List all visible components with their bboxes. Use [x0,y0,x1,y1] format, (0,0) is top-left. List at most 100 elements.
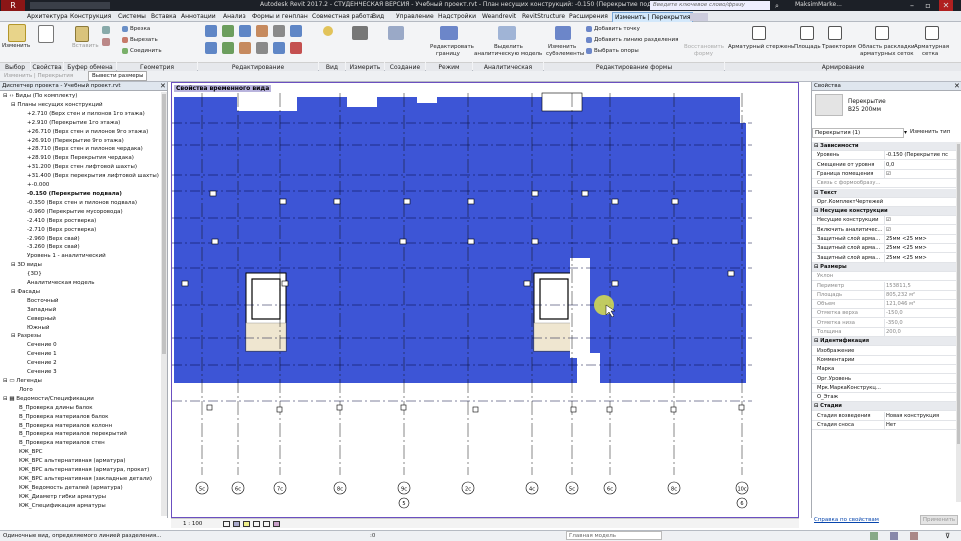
tab-collaborate[interactable]: Совместная работа [312,12,374,22]
visual-style-icon[interactable] [233,521,240,527]
panel-view[interactable]: Вид [319,62,345,71]
tab-analyze[interactable]: Анализ [223,12,246,22]
property-row[interactable]: Защитный слой арма... 25мм <25 мм> [812,235,956,244]
tree-item[interactable]: В_Проверка материалов стен [0,439,160,448]
property-row[interactable]: Орг.Уровень [812,375,956,384]
close-button[interactable]: ✕ [939,0,953,11]
drawing-view[interactable]: 5с 6с 7с 8с 9с 2с 4с 5с 6с 8с 10с 5 6 Свойства време… [171,82,799,518]
copy-element-icon[interactable] [222,42,234,54]
tree-item[interactable]: ⊟ 3D виды [0,261,160,270]
tab-overflow-button[interactable] [690,13,708,21]
tree-item[interactable]: +31.200 (Верх стен лифтовой шахты) [0,163,160,172]
floor-plan-canvas[interactable]: 5с 6с 7с 8с 9с 2с 4с 5с 6с 8с 10с 5 6 [172,83,798,517]
property-row[interactable]: Стадия сноса Нет [812,421,956,430]
tab-view[interactable]: Вид [372,12,384,22]
detail-level-icon[interactable] [223,521,230,527]
tree-item[interactable]: ⊟ ▭ Легенды [0,377,160,386]
property-row[interactable]: Связь с формообразу... [812,179,956,189]
tree-item[interactable]: КЖ_Ведомость деталей (арматура) [0,484,160,493]
tree-item[interactable]: Сечение 2 [0,359,160,368]
align-icon[interactable] [205,25,217,37]
split-icon[interactable] [290,25,302,37]
edit-boundary-button[interactable]: Редактировать [430,44,474,51]
tab-insert[interactable]: Вставка [151,12,176,22]
maximize-button[interactable]: ▫ [921,0,935,11]
tree-item[interactable]: КЖ_Спецификация арматуры [0,502,160,511]
trim-icon[interactable] [273,25,285,37]
tree-item[interactable]: КЖ_Диаметр гибки арматуры [0,493,160,502]
tree-item[interactable]: -2.710 (Верх ростверка) [0,226,160,235]
view-hide-icon[interactable] [323,26,333,36]
property-section[interactable]: ⊟ Стадии [812,402,956,412]
select-pinned-icon[interactable] [910,532,918,540]
tree-item[interactable]: {3D} [0,270,160,279]
tab-revitstructure[interactable]: RevitStructure [522,12,565,22]
tree-item[interactable]: -0.350 (Верх стен и пилонов подвала) [0,199,160,208]
user-name[interactable]: MaksimMarke... [795,1,842,8]
paste-icon[interactable] [75,26,89,42]
edit-boundary-icon[interactable] [440,26,458,40]
area-reinforcement-icon[interactable] [800,26,814,40]
pick-supports-button[interactable]: Выбрать опоры [594,48,639,55]
pin-icon[interactable] [273,42,285,54]
cut-geometry-button[interactable]: Вырезать [130,37,158,44]
property-section[interactable]: ⊟ Идентификация [812,337,956,347]
tree-item[interactable]: Западный [0,306,160,315]
fabric-area-button[interactable]: Область раскладки [858,44,915,51]
property-value[interactable]: Нет [884,421,956,430]
reset-shape-button[interactable]: Восстановить [684,44,724,51]
tree-item[interactable]: В_Проверка материалов перекрытий [0,430,160,439]
modify-subelements-icon[interactable] [555,26,571,40]
property-row[interactable]: Стадия возведения Новая конструкция [812,411,956,421]
property-row[interactable]: О_Этаж [812,393,956,403]
tree-item[interactable]: ⊟ ▦ Ведомости/Спецификации [0,395,160,404]
property-row[interactable]: Изображение [812,347,956,356]
tab-annotate[interactable]: Аннотации [181,12,216,22]
tree-item[interactable]: Уровень 1 - аналитический [0,252,160,261]
tree-item[interactable]: В_Проверка длины балок [0,404,160,413]
add-split-line-button[interactable]: Добавить линию разделения [594,37,678,44]
tree-item[interactable]: +26.710 (Верх стен и пилонов 9го этажа) [0,128,160,137]
tree-item[interactable]: -0.960 (Перекрытие мусоровода) [0,208,160,217]
property-row[interactable]: Несущие конструкции ☑ [812,216,956,226]
properties-scrollbar[interactable] [956,142,961,502]
tree-item[interactable]: Сечение 1 [0,350,160,359]
tree-item[interactable]: КЖ_ВРС [0,448,160,457]
view-scale[interactable]: 1 : 100 [183,519,202,529]
scale-icon[interactable] [256,42,268,54]
property-row[interactable]: Защитный слой арма... 25мм <25 мм> [812,244,956,254]
property-row[interactable]: Орг.КомплектЧертежей [812,198,956,207]
tree-item[interactable]: +28.910 (Верх Перекрытия чердака) [0,154,160,163]
tab-addins[interactable]: Надстройки [438,12,476,22]
highlight-analytical-icon[interactable] [498,26,516,40]
sun-path-icon[interactable] [243,521,250,527]
property-row[interactable]: Граница помещения ☑ [812,169,956,179]
show-dimensions-button[interactable]: Вывести размеры [88,71,148,81]
path-reinforcement-button[interactable]: Траектория [822,44,856,51]
mirror-icon[interactable] [239,25,251,37]
property-row[interactable]: Включить аналитичес... ☑ [812,225,956,235]
highlight-analytical-button[interactable]: Выделить [494,44,523,51]
chevron-down-icon[interactable]: ▾ [904,128,907,137]
property-row[interactable]: Периметр 153811,5 [812,281,956,291]
property-row[interactable]: Объем 121,046 м³ [812,300,956,310]
tree-item[interactable]: ⊟ Фасады [0,288,160,297]
properties-help-link[interactable]: Справка по свойствам [814,517,879,523]
tree-item[interactable]: -2.960 (Верх свай) [0,235,160,244]
tree-item[interactable]: Аналитическая модель [0,279,160,288]
tree-item[interactable]: +2.910 (Перекрытие 1го этажа) [0,119,160,128]
paste-button[interactable]: Вставить [72,43,99,50]
delete-icon[interactable] [290,42,302,54]
property-row[interactable]: Уровень -0.150 (Перекрытие пс [812,151,956,161]
search-icon[interactable]: ⌕ [775,2,783,10]
modify-cursor-icon[interactable] [8,24,26,42]
property-value[interactable]: 25мм <25 мм> [884,244,956,254]
add-point-button[interactable]: Добавить точку [594,26,640,33]
property-section[interactable]: ⊟ Текст [812,188,956,198]
path-reinforcement-icon[interactable] [828,26,842,40]
property-section[interactable]: ⊟ Несущие конструкции [812,207,956,217]
property-row[interactable]: Мрк.МаркаКонструкц... [812,384,956,393]
area-reinforcement-button[interactable]: Площадь [794,44,821,51]
rebar-button[interactable]: Арматурный стержень [728,44,794,51]
tree-item[interactable]: КЖ_ВРС альтернативная (закладные детали) [0,475,160,484]
